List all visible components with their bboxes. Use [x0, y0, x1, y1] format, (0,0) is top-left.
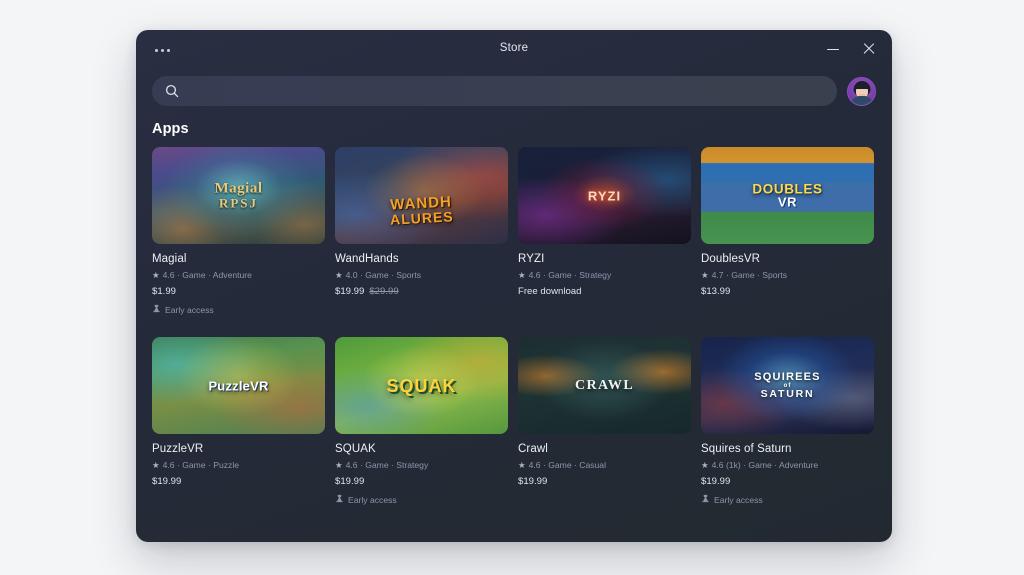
- app-price: $19.99: [335, 476, 365, 487]
- app-logo: WANDH ALURES: [389, 192, 455, 228]
- star-icon: ★: [152, 459, 160, 470]
- app-meta-text: 4.6 · Game · Strategy: [528, 270, 612, 280]
- app-logo-of: of: [783, 382, 792, 389]
- app-badge: Early access: [152, 304, 325, 315]
- title-bar: Store: [136, 30, 892, 70]
- app-meta-text: 4.6 · Game · Puzzle: [162, 460, 240, 470]
- app-title: DoublesVR: [701, 253, 761, 265]
- app-thumbnail[interactable]: WANDH ALURES: [335, 147, 508, 244]
- star-icon: ★: [701, 269, 709, 280]
- app-card[interactable]: PuzzleVR PuzzleVR ★ 4.6 · Game · Puzzle …: [152, 337, 325, 505]
- app-card[interactable]: SQUIREES of SATURN Squires of Saturn ★ 4…: [701, 337, 874, 505]
- app-logo: SQUAK: [386, 375, 457, 396]
- app-logo: RYZI: [587, 187, 622, 203]
- early-access-icon: [701, 494, 710, 505]
- app-title: Squires of Saturn: [701, 443, 792, 455]
- app-meta: ★ 4.0 · Game · Sports: [335, 270, 508, 280]
- app-title: WandHands: [335, 253, 399, 265]
- search-input[interactable]: [179, 76, 837, 106]
- app-logo: Magial RPSJ: [214, 180, 263, 211]
- app-price-row: $19.99: [701, 476, 874, 487]
- app-price-row: $13.99: [701, 286, 874, 297]
- star-icon: ★: [518, 459, 526, 470]
- app-title: Magial: [152, 253, 187, 265]
- app-meta-text: 4.6 (1k) · Game · Adventure: [711, 460, 819, 470]
- app-meta-text: 4.6 · Game · Casual: [528, 460, 606, 470]
- app-meta: ★ 4.6 · Game · Adventure: [152, 270, 325, 280]
- app-price-row: $19.99: [335, 476, 508, 487]
- app-price: Free download: [518, 286, 582, 297]
- app-meta: ★ 4.6 · Game · Strategy: [518, 270, 691, 280]
- star-icon: ★: [701, 459, 709, 470]
- app-meta-text: 4.0 · Game · Sports: [345, 270, 422, 280]
- app-logo: SQUIREES of SATURN: [701, 371, 874, 399]
- app-price-row: $1.99: [152, 286, 325, 297]
- avatar-fringe: [854, 84, 869, 89]
- app-meta: ★ 4.6 · Game · Casual: [518, 460, 691, 470]
- early-access-icon: [335, 494, 344, 505]
- app-price-row: $19.99: [152, 476, 325, 487]
- store-window: Store Apps Magial RPSJ Magial ★ 4.6 · Ga…: [136, 30, 892, 542]
- minimize-icon[interactable]: [824, 40, 842, 58]
- app-thumbnail[interactable]: CRAWL: [518, 337, 691, 434]
- app-thumbnail[interactable]: SQUIREES of SATURN: [701, 337, 874, 434]
- app-card[interactable]: CRAWL Crawl ★ 4.6 · Game · Casual $19.99: [518, 337, 691, 505]
- apps-grid-row-1: Magial RPSJ Magial ★ 4.6 · Game · Adventu…: [136, 147, 892, 315]
- app-thumbnail[interactable]: PuzzleVR: [152, 337, 325, 434]
- avatar[interactable]: [847, 76, 876, 106]
- app-meta-text: 4.7 · Game · Sports: [711, 270, 788, 280]
- search-row: [136, 76, 892, 106]
- app-meta: ★ 4.6 · Game · Puzzle: [152, 460, 325, 470]
- app-card[interactable]: SQUAK SQUAK ★ 4.6 · Game · Strategy $19.…: [335, 337, 508, 505]
- app-badge-text: Early access: [165, 304, 214, 315]
- app-logo: DOUBLES VR: [752, 180, 823, 210]
- app-price-row: Free download: [518, 286, 691, 297]
- app-meta: ★ 4.6 · Game · Strategy: [335, 460, 508, 470]
- app-badge-text: Early access: [714, 494, 763, 505]
- app-logo: CRAWL: [574, 377, 635, 393]
- app-badge: Early access: [335, 494, 508, 505]
- app-card[interactable]: RYZI RYZI ★ 4.6 · Game · Strategy Free d…: [518, 147, 691, 315]
- page-title: Apps: [152, 121, 189, 137]
- app-price: $19.99: [335, 286, 365, 297]
- app-title: PuzzleVR: [152, 443, 204, 455]
- app-price-row: $19.99 $29.99: [335, 286, 508, 297]
- window-title: Store: [499, 42, 529, 54]
- app-thumbnail[interactable]: DOUBLES VR: [701, 147, 874, 244]
- app-thumbnail[interactable]: Magial RPSJ: [152, 147, 325, 244]
- star-icon: ★: [152, 269, 160, 280]
- app-title: SQUAK: [335, 443, 376, 455]
- avatar-body: [850, 95, 873, 105]
- app-meta-text: 4.6 · Game · Adventure: [162, 270, 252, 280]
- star-icon: ★: [335, 269, 343, 280]
- app-title: RYZI: [518, 253, 545, 265]
- app-price: $13.99: [701, 286, 731, 297]
- app-price-row: $19.99: [518, 476, 691, 487]
- app-logo: PuzzleVR: [208, 377, 269, 393]
- app-badge-text: Early access: [348, 494, 397, 505]
- app-price: $19.99: [152, 476, 182, 487]
- app-badge: Early access: [701, 494, 874, 505]
- app-thumbnail[interactable]: RYZI: [518, 147, 691, 244]
- app-card[interactable]: WANDH ALURES WandHands ★ 4.0 · Game · Spo…: [335, 147, 508, 315]
- search-icon: [165, 84, 179, 98]
- app-price: $19.99: [518, 476, 548, 487]
- star-icon: ★: [335, 459, 343, 470]
- app-meta: ★ 4.6 (1k) · Game · Adventure: [701, 460, 874, 470]
- app-price: $1.99: [152, 286, 177, 297]
- app-meta: ★ 4.7 · Game · Sports: [701, 270, 874, 280]
- star-icon: ★: [518, 269, 526, 280]
- app-card[interactable]: DOUBLES VR DoublesVR ★ 4.7 · Game · Sport…: [701, 147, 874, 315]
- app-thumbnail[interactable]: SQUAK: [335, 337, 508, 434]
- search-bar[interactable]: [152, 76, 837, 106]
- close-icon[interactable]: [860, 40, 878, 58]
- app-price-original: $29.99: [369, 286, 399, 297]
- app-meta-text: 4.6 · Game · Strategy: [345, 460, 429, 470]
- early-access-icon: [152, 304, 161, 315]
- apps-grid-row-2: PuzzleVR PuzzleVR ★ 4.6 · Game · Puzzle …: [136, 337, 892, 505]
- app-card[interactable]: Magial RPSJ Magial ★ 4.6 · Game · Adventu…: [152, 147, 325, 315]
- window-controls: [824, 40, 878, 58]
- app-price: $19.99: [701, 476, 731, 487]
- app-title: Crawl: [518, 443, 548, 455]
